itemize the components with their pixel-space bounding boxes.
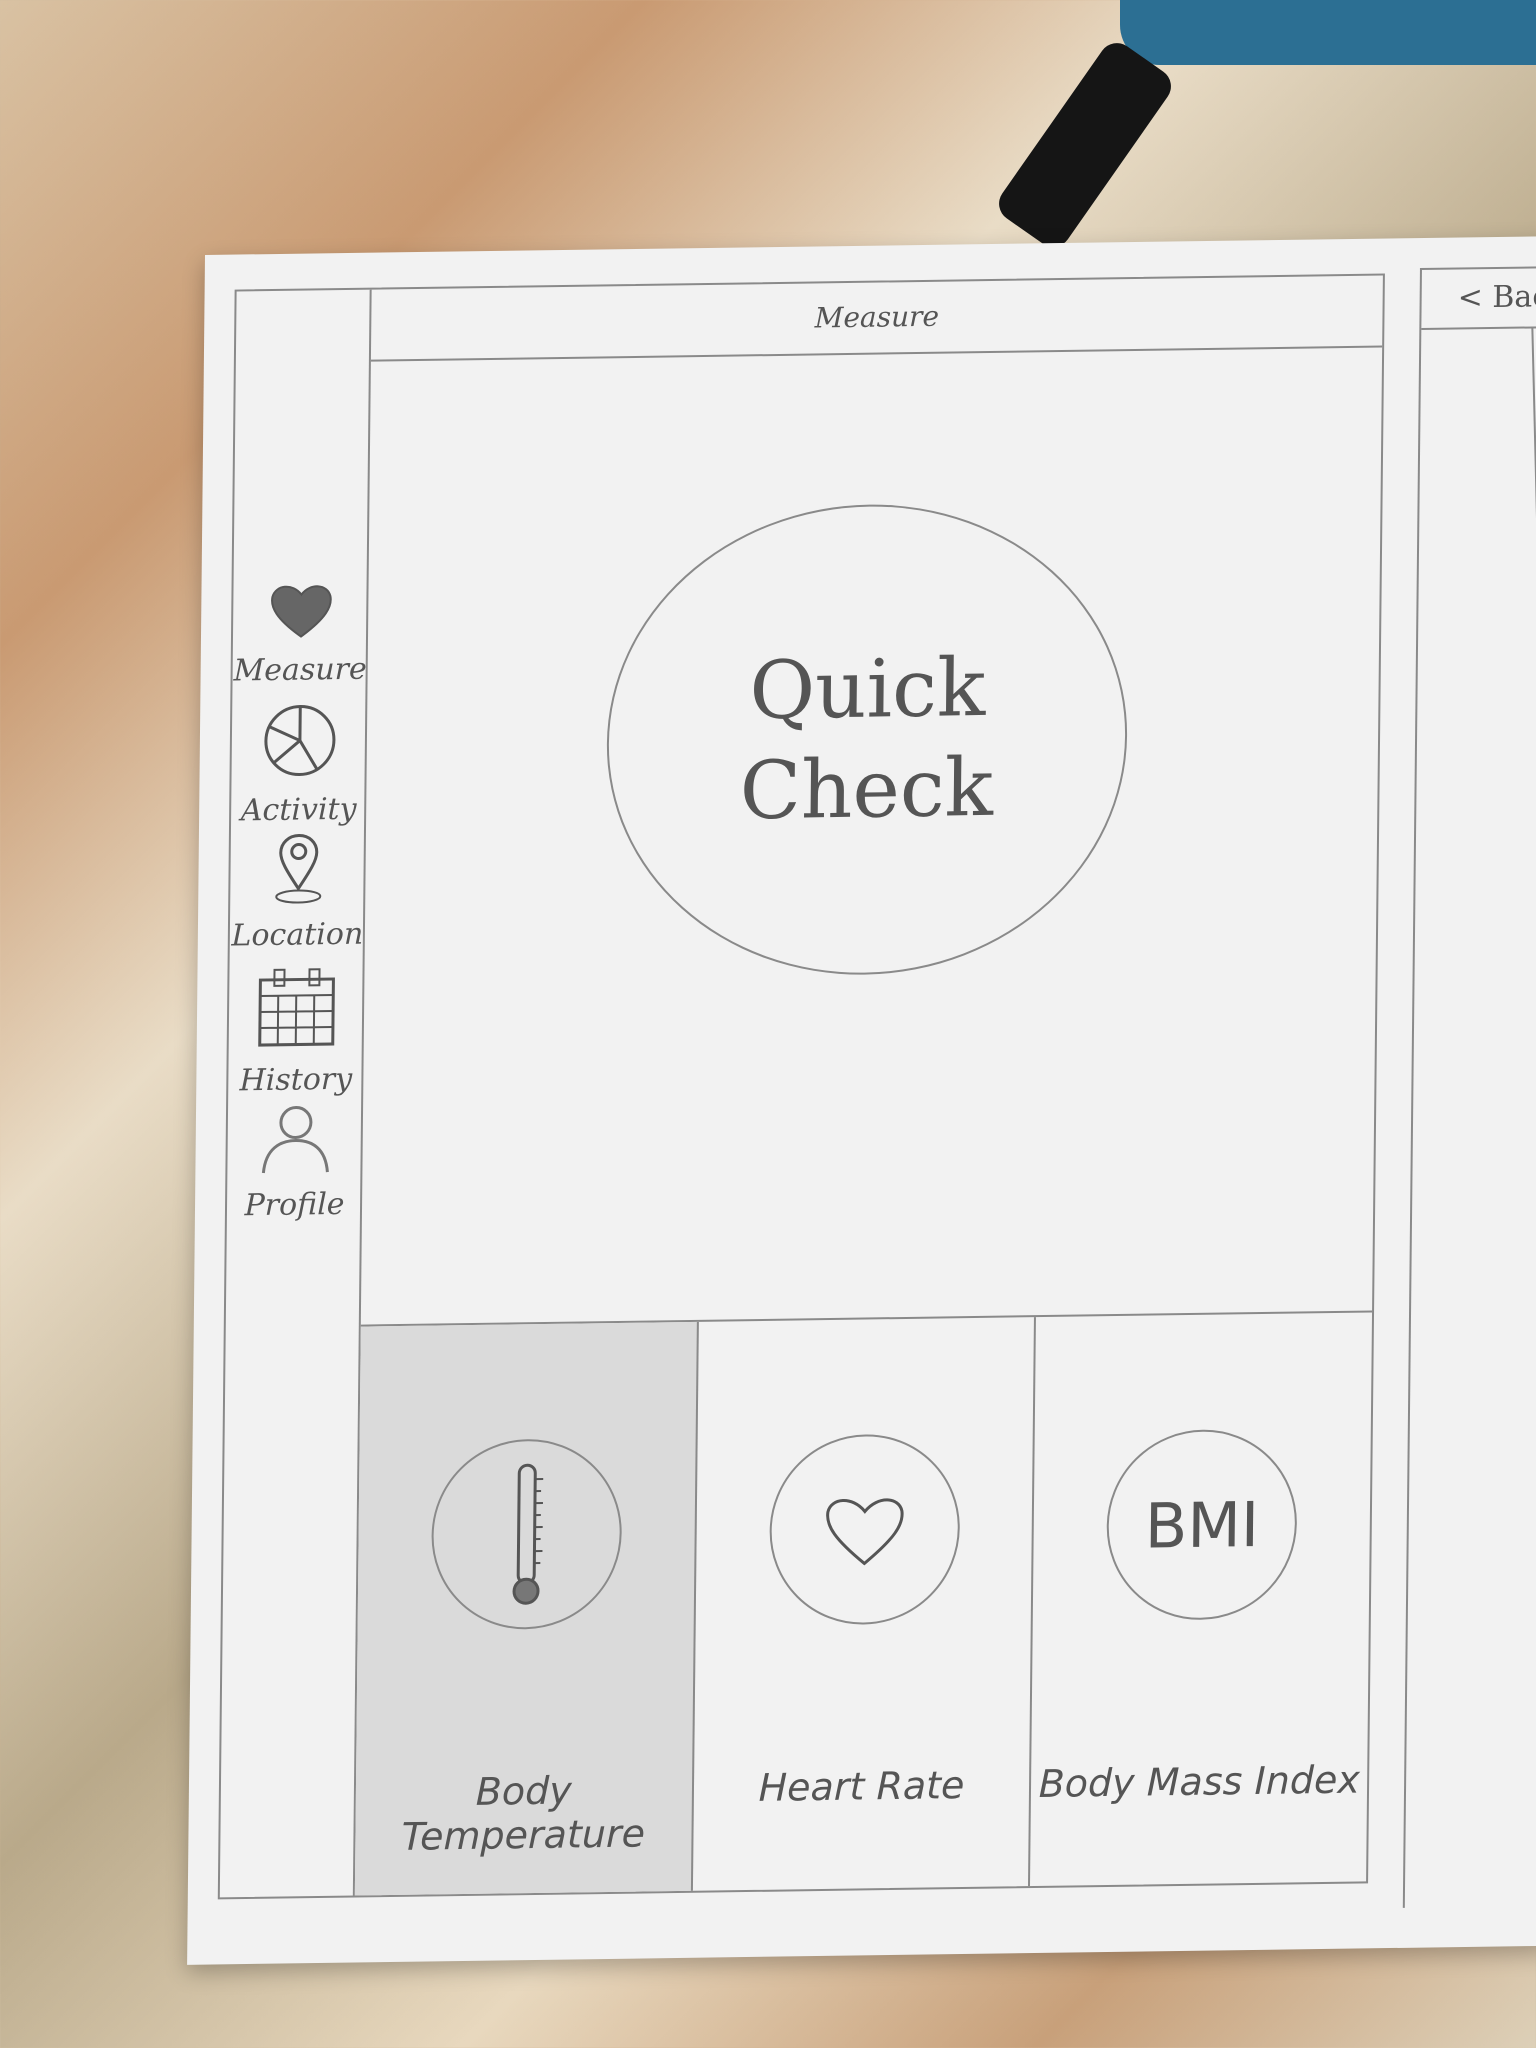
sidebar-item-label: Profile [244, 1186, 345, 1224]
measurement-tiles: Body Temperature Heart Rate BMI Body Mas… [354, 1312, 1372, 1896]
sidebar-item-profile[interactable]: Profile [227, 1100, 363, 1224]
measure-screen: Measure Activity Location History Profil… [217, 273, 1385, 1900]
sidebar-item-measure[interactable]: Measure [232, 580, 368, 689]
sidebar-item-label: Location [231, 916, 364, 954]
tile-body-mass-index[interactable]: BMI Body Mass Index [1030, 1312, 1372, 1886]
background-cable [992, 36, 1178, 254]
thermometer-icon [512, 1463, 544, 1605]
sidebar-item-label: Measure [233, 651, 367, 689]
pie-chart-icon [263, 705, 335, 777]
tile-heart-rate[interactable]: Heart Rate [692, 1317, 1037, 1891]
background-bag [1120, 0, 1536, 65]
user-icon [261, 1106, 329, 1174]
sidebar-item-activity[interactable]: Activity [231, 700, 367, 829]
next-screen: < Back [1402, 265, 1536, 1908]
tile-label: Heart Rate [758, 1763, 965, 1810]
quick-check-button[interactable]: Quick Check [604, 501, 1130, 979]
heart-icon [270, 585, 332, 638]
bmi-icon-text: BMI [1144, 1487, 1260, 1563]
tile-label: Body Mass Index [1038, 1757, 1361, 1806]
sidebar-item-label: Activity [240, 791, 357, 829]
tile-icon-circle [768, 1433, 961, 1626]
calendar-icon [258, 968, 335, 1047]
sidebar: Measure Activity Location History Profil… [219, 289, 372, 1898]
tile-icon-circle [430, 1437, 623, 1631]
sidebar-item-label: History [239, 1061, 353, 1099]
back-button[interactable]: < Back [1421, 267, 1536, 330]
paper-sketch: Measure Activity Location History Profil… [187, 236, 1536, 1965]
quick-check-line2: Check [739, 740, 994, 838]
next-screen-divider [1531, 328, 1536, 1887]
tile-body-temperature[interactable]: Body Temperature [354, 1321, 699, 1896]
map-pin-icon [274, 834, 321, 904]
tile-label: Body Temperature [401, 1768, 646, 1859]
sidebar-item-location[interactable]: Location [230, 830, 366, 954]
heart-outline-icon [825, 1498, 904, 1566]
quick-check-line1: Quick [749, 641, 987, 738]
tile-icon-circle: BMI [1105, 1428, 1298, 1622]
sidebar-item-history[interactable]: History [228, 965, 364, 1099]
measure-content: Quick Check [360, 347, 1383, 1327]
